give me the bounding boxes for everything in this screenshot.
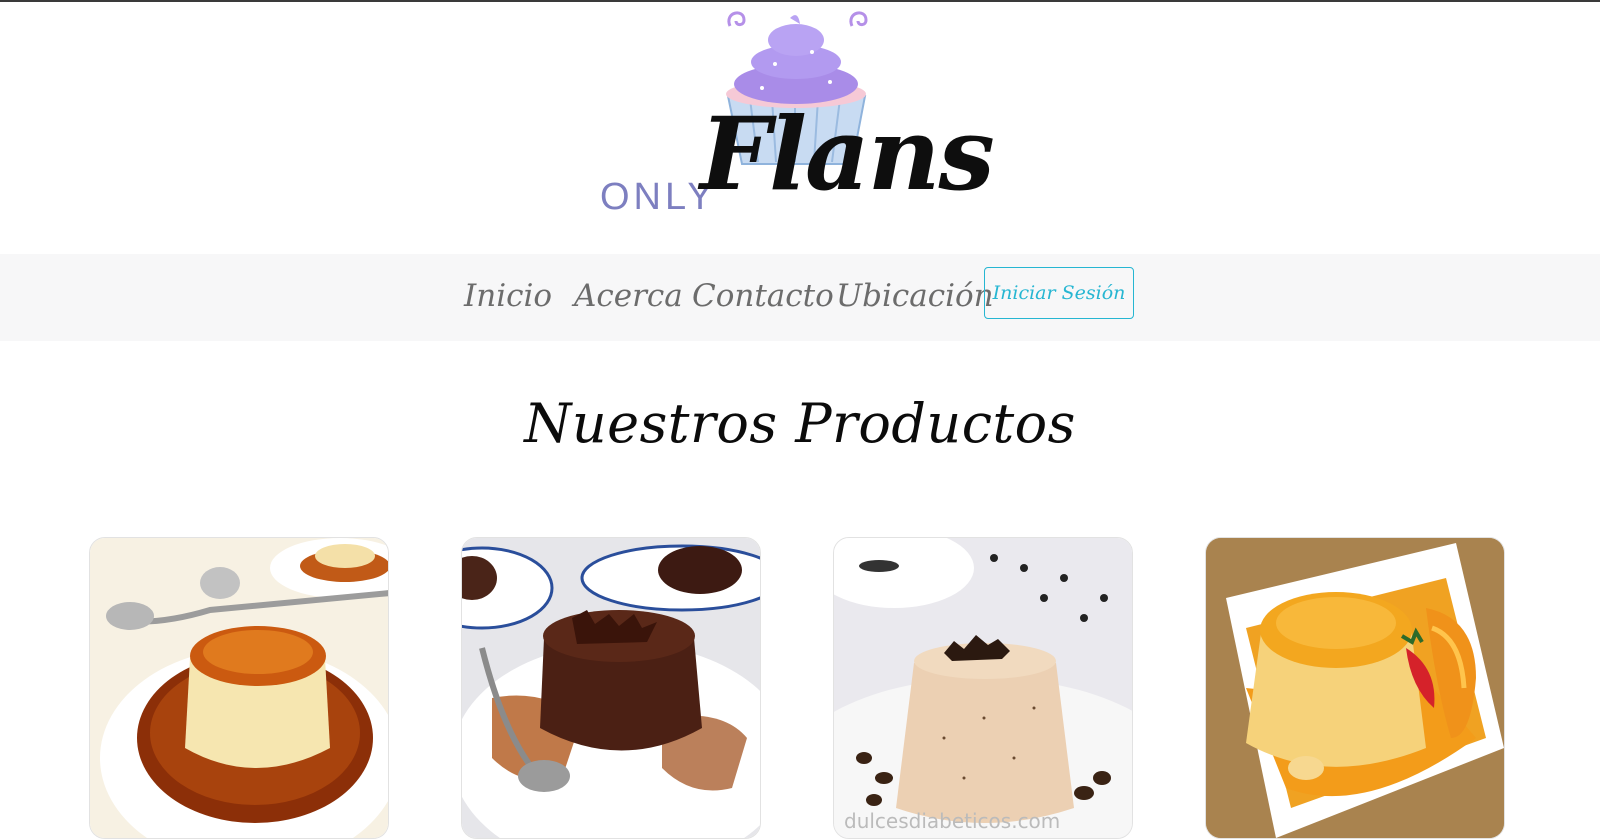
main-navbar: Inicio Acerca Contacto Ubicación Iniciar… — [0, 254, 1600, 341]
caramel-flan-image — [90, 538, 388, 838]
chocolate-flan-image — [462, 538, 760, 838]
nav-link-contacto[interactable]: Contacto — [692, 278, 834, 314]
product-card-orange[interactable] — [1205, 537, 1505, 839]
watermark-text: dulcesdiabeticos.com — [844, 809, 1060, 833]
login-button[interactable]: Iniciar Sesión — [984, 267, 1134, 319]
top-border — [0, 0, 1600, 2]
coffee-flan-image: dulcesdiabeticos.com — [834, 538, 1132, 838]
product-card-chocolate[interactable] — [461, 537, 761, 839]
orange-flan-image — [1206, 538, 1504, 838]
logo-name-text: Flans — [700, 95, 995, 213]
product-card-coffee[interactable]: dulcesdiabeticos.com — [833, 537, 1133, 839]
product-card-caramel[interactable] — [89, 537, 389, 839]
site-logo[interactable]: ONLY Flans — [590, 4, 1000, 234]
nav-link-ubicacion[interactable]: Ubicación — [836, 278, 994, 314]
products-title: Nuestros Productos — [524, 392, 1076, 455]
nav-link-acerca[interactable]: Acerca — [574, 278, 683, 314]
nav-link-inicio[interactable]: Inicio — [464, 278, 552, 314]
